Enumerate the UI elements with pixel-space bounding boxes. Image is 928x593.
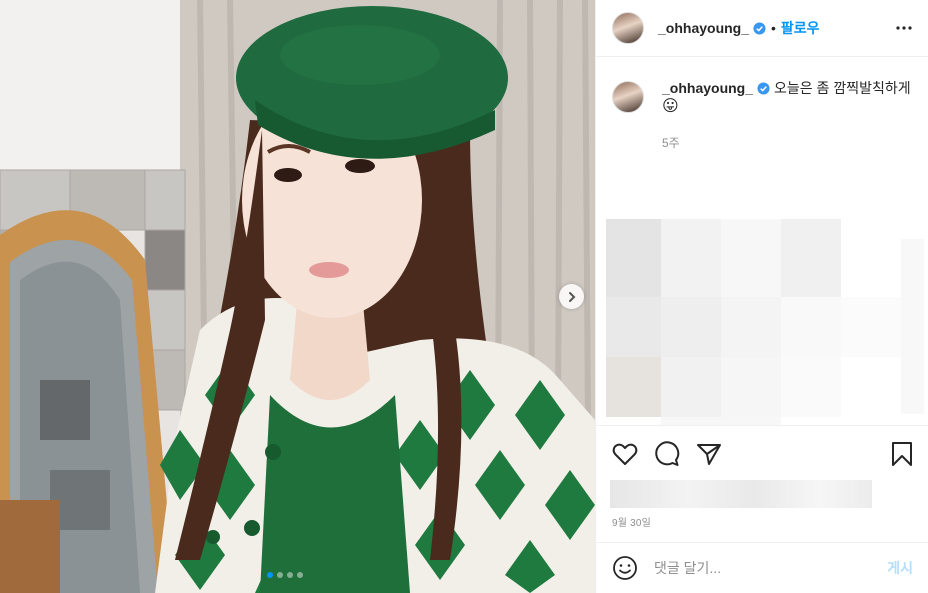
carousel-dot	[287, 572, 293, 578]
share-button[interactable]	[696, 442, 722, 466]
avatar[interactable]	[612, 81, 644, 113]
carousel-dot	[277, 572, 283, 578]
comment-icon	[655, 441, 680, 466]
bookmark-icon	[892, 442, 912, 466]
comment-form: 게시	[596, 542, 928, 593]
action-bar	[596, 437, 928, 471]
avatar[interactable]	[612, 12, 644, 44]
separator-dot: •	[771, 20, 776, 36]
author-username[interactable]: _ohhayoung_	[658, 20, 749, 36]
post-header: _ohhayoung_ • 팔로우	[596, 0, 928, 57]
comments-section: _ohhayoung_ 오늘은 좀 깜찍발칙하게 😛 5주	[596, 57, 928, 426]
comment-input[interactable]	[654, 560, 888, 576]
verified-badge-icon	[757, 82, 770, 95]
caption: _ohhayoung_ 오늘은 좀 깜찍발칙하게 😛	[612, 79, 912, 116]
next-slide-button[interactable]	[559, 284, 584, 309]
carousel-dot	[297, 572, 303, 578]
caption-text: 오늘은 좀 깜찍발칙하게	[774, 80, 911, 96]
post-date[interactable]: 9월 30일	[612, 514, 651, 529]
carousel-dots	[267, 572, 303, 578]
photo-illustration	[0, 0, 595, 593]
verified-badge-icon	[753, 21, 766, 35]
follow-button[interactable]: 팔로우	[781, 18, 820, 38]
emoji-button[interactable]	[612, 555, 638, 581]
caption-body: _ohhayoung_ 오늘은 좀 깜찍발칙하게 😛	[662, 79, 911, 116]
post-comment-button[interactable]: 게시	[887, 558, 913, 578]
more-options-button[interactable]	[896, 26, 912, 30]
caption-username[interactable]: _ohhayoung_	[662, 80, 753, 96]
chevron-right-icon	[568, 291, 575, 302]
smiley-icon	[613, 556, 637, 580]
post-side-panel: _ohhayoung_ • 팔로우 _ohhayoung_ 오늘은 좀 깜찍발칙하…	[595, 0, 928, 593]
post-photo[interactable]	[0, 0, 595, 593]
heart-icon	[612, 443, 638, 465]
caption-time[interactable]: 5주	[662, 134, 912, 151]
like-button[interactable]	[612, 442, 638, 466]
blurred-likes	[610, 480, 872, 508]
blurred-comments	[606, 219, 924, 425]
more-options-icon	[896, 26, 912, 30]
save-button[interactable]	[891, 441, 913, 467]
comment-button[interactable]	[654, 441, 680, 467]
share-icon	[697, 444, 721, 465]
caption-emoji: 😛	[662, 98, 679, 115]
carousel-dot	[267, 572, 273, 578]
